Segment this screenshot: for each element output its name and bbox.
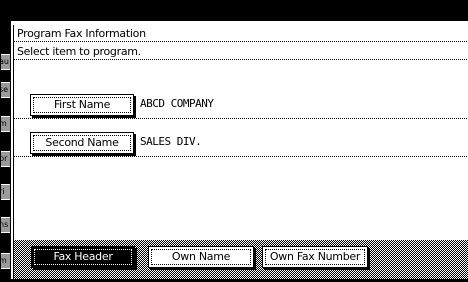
instruction-text: Select item to program. — [14, 43, 468, 60]
top-band — [0, 0, 468, 21]
first-name-value: ABCD COMPANY — [140, 97, 214, 110]
side-tab[interactable]: ns — [1, 217, 10, 233]
tab-label: Own Fax Number — [269, 250, 361, 263]
tab-own-fax-number[interactable]: Own Fax Number — [262, 246, 368, 268]
side-tab-strip: au se m pr ri ns m — [0, 21, 11, 282]
row-divider — [14, 156, 468, 157]
window-title: Program Fax Information — [14, 25, 468, 42]
side-tab[interactable]: m — [1, 116, 10, 132]
program-fax-panel: Program Fax Information Select item to p… — [13, 25, 468, 282]
side-tab[interactable]: au — [1, 54, 10, 70]
second-name-value: SALES DIV. — [140, 135, 202, 148]
second-name-button[interactable]: Second Name — [30, 132, 134, 154]
second-name-label: Second Name — [45, 136, 119, 149]
side-tab[interactable]: m — [1, 253, 10, 269]
tab-fax-header[interactable]: Fax Header — [31, 246, 135, 268]
first-name-button[interactable]: First Name — [30, 94, 134, 116]
row-divider — [14, 118, 468, 119]
tab-label: Fax Header — [53, 250, 113, 263]
first-name-label: First Name — [53, 98, 111, 111]
side-tab[interactable]: ri — [1, 184, 10, 200]
tab-own-name[interactable]: Own Name — [148, 246, 254, 268]
tab-label: Own Name — [171, 250, 231, 263]
side-tab[interactable]: se — [1, 82, 10, 98]
side-tab[interactable]: pr — [1, 151, 10, 167]
